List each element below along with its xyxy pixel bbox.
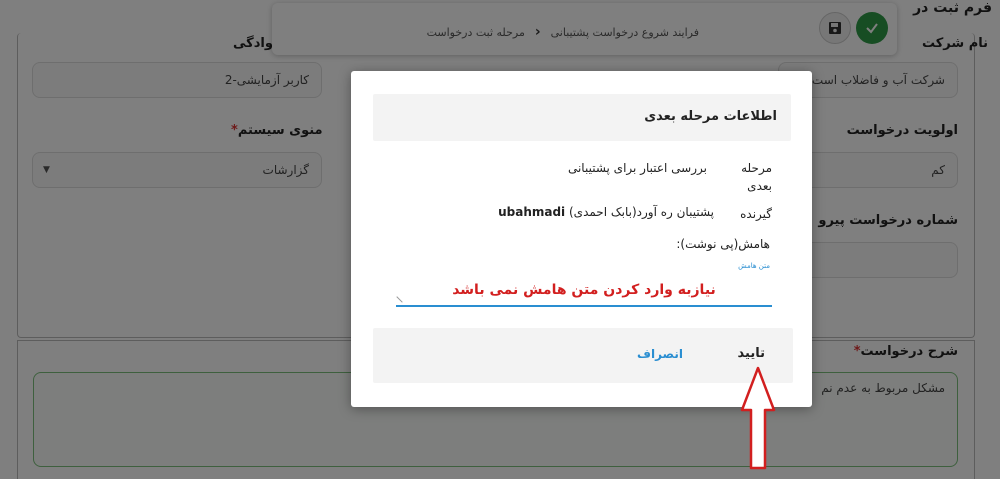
dialog-header: اطلاعات مرحله بعدی: [373, 94, 791, 141]
cancel-button[interactable]: انصراف: [637, 347, 683, 361]
dialog-title: اطلاعات مرحله بعدی: [644, 109, 777, 124]
annotation-arrow-icon: [740, 366, 776, 470]
receiver-username: ubahmadi: [498, 205, 566, 219]
dialog-footer: تایید انصراف: [373, 328, 793, 383]
receiver-label: گیرنده: [740, 207, 772, 221]
receiver-name: پشتیبان ره آورد(بابک احمدی): [569, 205, 714, 219]
next-step-value: بررسی اعتبار برای پشتیبانی: [567, 161, 707, 175]
next-step-label: مرحله بعدی: [741, 161, 772, 193]
note-caption: متن هامش: [738, 262, 770, 270]
note-label: هامش(پی نوشت):: [676, 237, 770, 251]
receiver-value: پشتیبان ره آورد(بابک احمدی) ubahmadi: [498, 205, 714, 219]
confirm-button[interactable]: تایید: [738, 346, 765, 361]
annotation-text: نیازبه وارد کردن متن هامش نمی باشد: [452, 282, 716, 298]
note-textarea[interactable]: نیازبه وارد کردن متن هامش نمی باشد: [396, 273, 772, 307]
next-step-dialog: اطلاعات مرحله بعدی مرحله بعدی بررسی اعتب…: [351, 71, 812, 407]
